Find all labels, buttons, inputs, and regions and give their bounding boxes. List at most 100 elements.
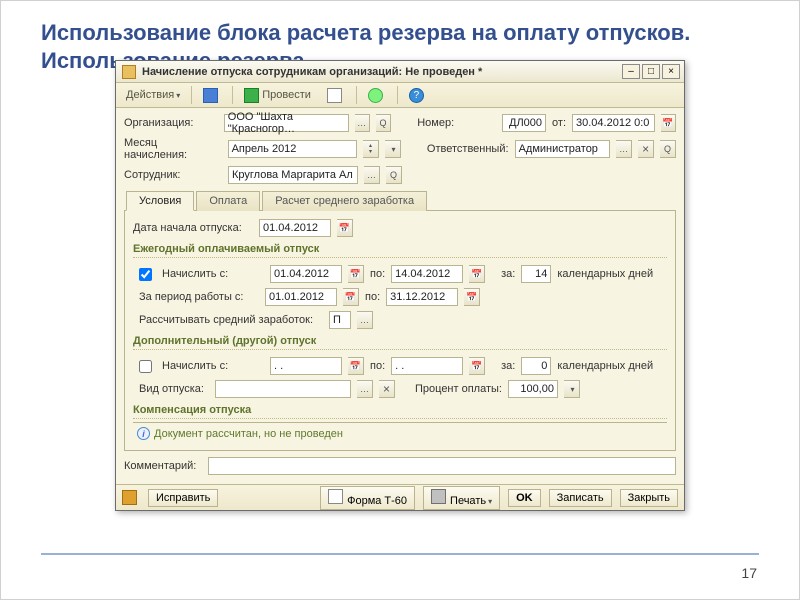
accrue2-to[interactable]: . . (391, 357, 463, 375)
accrue1-label: Начислить с: (162, 268, 264, 280)
month-spin[interactable]: ▴▾ (363, 140, 379, 158)
gear-icon (368, 88, 383, 103)
days1-input[interactable]: 14 (521, 265, 551, 283)
titlebar: Начисление отпуска сотрудникам организац… (116, 61, 684, 83)
accrue1-from-picker[interactable] (348, 265, 364, 283)
pct-drop[interactable]: ▾ (564, 380, 580, 398)
period-from[interactable]: 01.01.2012 (265, 288, 337, 306)
status-bar: i Документ рассчитан, но не проведен (133, 422, 667, 444)
to2-label: по: (370, 360, 385, 372)
resp-input[interactable]: Администратор (515, 140, 611, 158)
gear-button[interactable] (362, 85, 392, 105)
resp-picker[interactable] (616, 140, 632, 158)
pct-label: Процент оплаты: (415, 383, 502, 395)
formt60-button[interactable]: Форма Т-60 (320, 486, 415, 510)
days2-text: календарных дней (557, 360, 653, 372)
num-input[interactable]: ДЛ000 (502, 114, 546, 132)
help-icon: ? (409, 88, 424, 103)
status-text: Документ рассчитан, но не проведен (154, 428, 343, 440)
app-icon (122, 65, 136, 79)
type-clear[interactable] (379, 380, 395, 398)
doc-icon (328, 489, 343, 504)
accrue2-label: Начислить с: (162, 360, 264, 372)
go-icon (244, 88, 259, 103)
emp-input[interactable]: Круглова Маргарита Ал (228, 166, 358, 184)
save-icon (203, 88, 218, 103)
month-label: Месяц начисления: (124, 137, 222, 161)
date-input[interactable]: 30.04.2012 0:0 (572, 114, 655, 132)
date-label: от: (552, 117, 566, 129)
tab-conditions[interactable]: Условия (126, 191, 194, 211)
type-picker[interactable] (357, 380, 373, 398)
period-from-picker[interactable] (343, 288, 359, 306)
org-picker[interactable] (355, 114, 370, 132)
info-icon: i (137, 427, 150, 440)
resp-search[interactable] (660, 140, 676, 158)
period-label: За период работы с: (139, 291, 259, 303)
write-button[interactable]: Записать (549, 489, 612, 507)
lock-icon (122, 490, 137, 505)
org-search[interactable] (376, 114, 391, 132)
avg-label: Рассчитывать средний заработок: (139, 314, 323, 326)
group-compensation: Компенсация отпуска (133, 404, 667, 419)
accrue2-from[interactable]: . . (270, 357, 342, 375)
month-drop[interactable]: ▾ (385, 140, 401, 158)
tab-payment[interactable]: Оплата (196, 191, 260, 211)
period-to-picker[interactable] (464, 288, 480, 306)
actions-menu[interactable]: Действия▾ (120, 85, 186, 105)
days2-label: за: (501, 360, 515, 372)
to-period-label: по: (365, 291, 380, 303)
help-button[interactable]: ? (403, 85, 433, 105)
print-icon (431, 489, 446, 504)
org-label: Организация: (124, 117, 218, 129)
to1-label: по: (370, 268, 385, 280)
resp-clear[interactable] (638, 140, 654, 158)
emp-search[interactable] (386, 166, 402, 184)
post-button[interactable]: Провести (238, 85, 317, 105)
org-input[interactable]: ООО "Шахта "Красногор… (224, 114, 349, 132)
accrue1-checkbox[interactable] (139, 268, 152, 281)
calc-icon (327, 88, 342, 103)
start-date-picker[interactable] (337, 219, 353, 237)
avg-picker[interactable] (357, 311, 373, 329)
app-window: Начисление отпуска сотрудникам организац… (115, 60, 685, 511)
comment-label: Комментарий: (124, 460, 202, 472)
start-date-input[interactable]: 01.04.2012 (259, 219, 331, 237)
days1-label: за: (501, 268, 515, 280)
accrue1-from[interactable]: 01.04.2012 (270, 265, 342, 283)
ok-button[interactable]: OK (508, 489, 541, 507)
emp-label: Сотрудник: (124, 169, 222, 181)
accrue1-to[interactable]: 14.04.2012 (391, 265, 463, 283)
minimize-button[interactable]: – (622, 64, 640, 79)
tab-body: Дата начала отпуска: 01.04.2012 Ежегодны… (124, 211, 676, 451)
print-button[interactable]: Печать▾ (423, 486, 500, 510)
days2-input[interactable]: 0 (521, 357, 551, 375)
tab-average[interactable]: Расчет среднего заработка (262, 191, 427, 211)
type-label: Вид отпуска: (139, 383, 209, 395)
form-body: Организация: ООО "Шахта "Красногор… Номе… (116, 108, 684, 484)
calc-button[interactable] (321, 85, 351, 105)
emp-picker[interactable] (364, 166, 380, 184)
group-additional: Дополнительный (другой) отпуск (133, 335, 667, 350)
close-button[interactable]: × (662, 64, 680, 79)
accrue1-to-picker[interactable] (469, 265, 485, 283)
save-button[interactable] (197, 85, 227, 105)
type-input[interactable] (215, 380, 351, 398)
date-picker[interactable] (661, 114, 676, 132)
comment-input[interactable] (208, 457, 676, 475)
page-number: 17 (741, 565, 757, 581)
accrue2-checkbox[interactable] (139, 360, 152, 373)
accrue2-from-picker[interactable] (348, 357, 364, 375)
maximize-button[interactable]: □ (642, 64, 660, 79)
start-label: Дата начала отпуска: (133, 222, 253, 234)
close-form-button[interactable]: Закрыть (620, 489, 678, 507)
avg-input[interactable]: П (329, 311, 351, 329)
month-input[interactable]: Апрель 2012 (228, 140, 357, 158)
num-label: Номер: (417, 117, 495, 129)
days1-text: календарных дней (557, 268, 653, 280)
pct-input[interactable]: 100,00 (508, 380, 558, 398)
fix-button[interactable]: Исправить (148, 489, 218, 507)
accrue2-to-picker[interactable] (469, 357, 485, 375)
period-to[interactable]: 31.12.2012 (386, 288, 458, 306)
resp-label: Ответственный: (427, 143, 509, 155)
